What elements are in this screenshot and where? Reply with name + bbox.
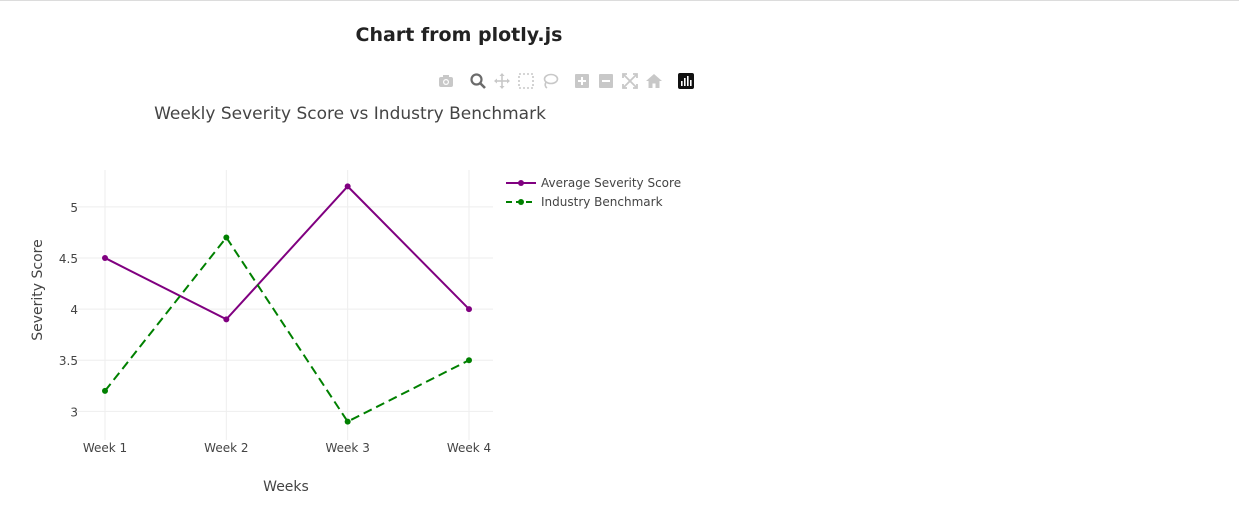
data-point[interactable] xyxy=(344,418,351,425)
legend-item[interactable]: Average Severity Score xyxy=(506,176,681,190)
legend-item[interactable]: Industry Benchmark xyxy=(506,195,663,209)
pan-icon[interactable] xyxy=(493,72,511,90)
y-tick-label: 3.5 xyxy=(59,354,78,368)
lasso-select-icon[interactable] xyxy=(541,72,559,90)
legend-label: Industry Benchmark xyxy=(541,195,663,209)
legend-swatch-marker xyxy=(518,199,524,205)
legend-swatch-marker xyxy=(518,180,524,186)
plotly-logo-icon[interactable] xyxy=(677,72,695,90)
x-tick-label: Week 2 xyxy=(204,441,248,455)
series-line xyxy=(104,235,470,423)
series-layer xyxy=(102,183,472,425)
top-border xyxy=(0,0,1239,1)
legend: Average Severity Score Industry Benchmark xyxy=(506,176,681,209)
page-title: Chart from plotly.js xyxy=(355,24,563,46)
zoom-out-icon[interactable] xyxy=(597,72,615,90)
y-tick-label: 4 xyxy=(70,303,78,317)
x-axis-ticks: Week 1 Week 2 Week 3 Week 4 xyxy=(83,441,491,455)
y-axis-label: Severity Score xyxy=(30,239,46,340)
gridlines xyxy=(74,170,493,440)
y-tick-label: 3 xyxy=(70,405,78,419)
y-tick-label: 5 xyxy=(70,201,78,215)
data-point[interactable] xyxy=(102,254,108,261)
data-point[interactable] xyxy=(466,306,472,313)
reset-axes-icon[interactable] xyxy=(645,72,663,90)
camera-icon[interactable] xyxy=(437,72,455,90)
legend-label: Average Severity Score xyxy=(541,176,681,190)
chart: Weekly Severity Score vs Industry Benchm… xyxy=(30,104,681,495)
x-tick-label: Week 1 xyxy=(83,441,127,455)
chart-title: Weekly Severity Score vs Industry Benchm… xyxy=(154,104,546,124)
data-point[interactable] xyxy=(344,183,351,190)
data-point[interactable] xyxy=(466,357,472,364)
x-tick-label: Week 4 xyxy=(447,441,491,455)
x-tick-label: Week 3 xyxy=(326,441,370,455)
y-axis-ticks: 3 3.5 4 4.5 5 xyxy=(59,201,78,420)
series-line xyxy=(104,184,470,321)
zoom-icon[interactable] xyxy=(469,72,487,90)
data-point[interactable] xyxy=(223,234,230,241)
zoom-in-icon[interactable] xyxy=(573,72,591,90)
data-point[interactable] xyxy=(102,387,108,394)
y-tick-label: 4.5 xyxy=(59,252,78,266)
box-select-icon[interactable] xyxy=(517,72,535,90)
x-axis-label: Weeks xyxy=(263,479,309,495)
data-point[interactable] xyxy=(223,316,230,323)
autoscale-icon[interactable] xyxy=(621,72,639,90)
